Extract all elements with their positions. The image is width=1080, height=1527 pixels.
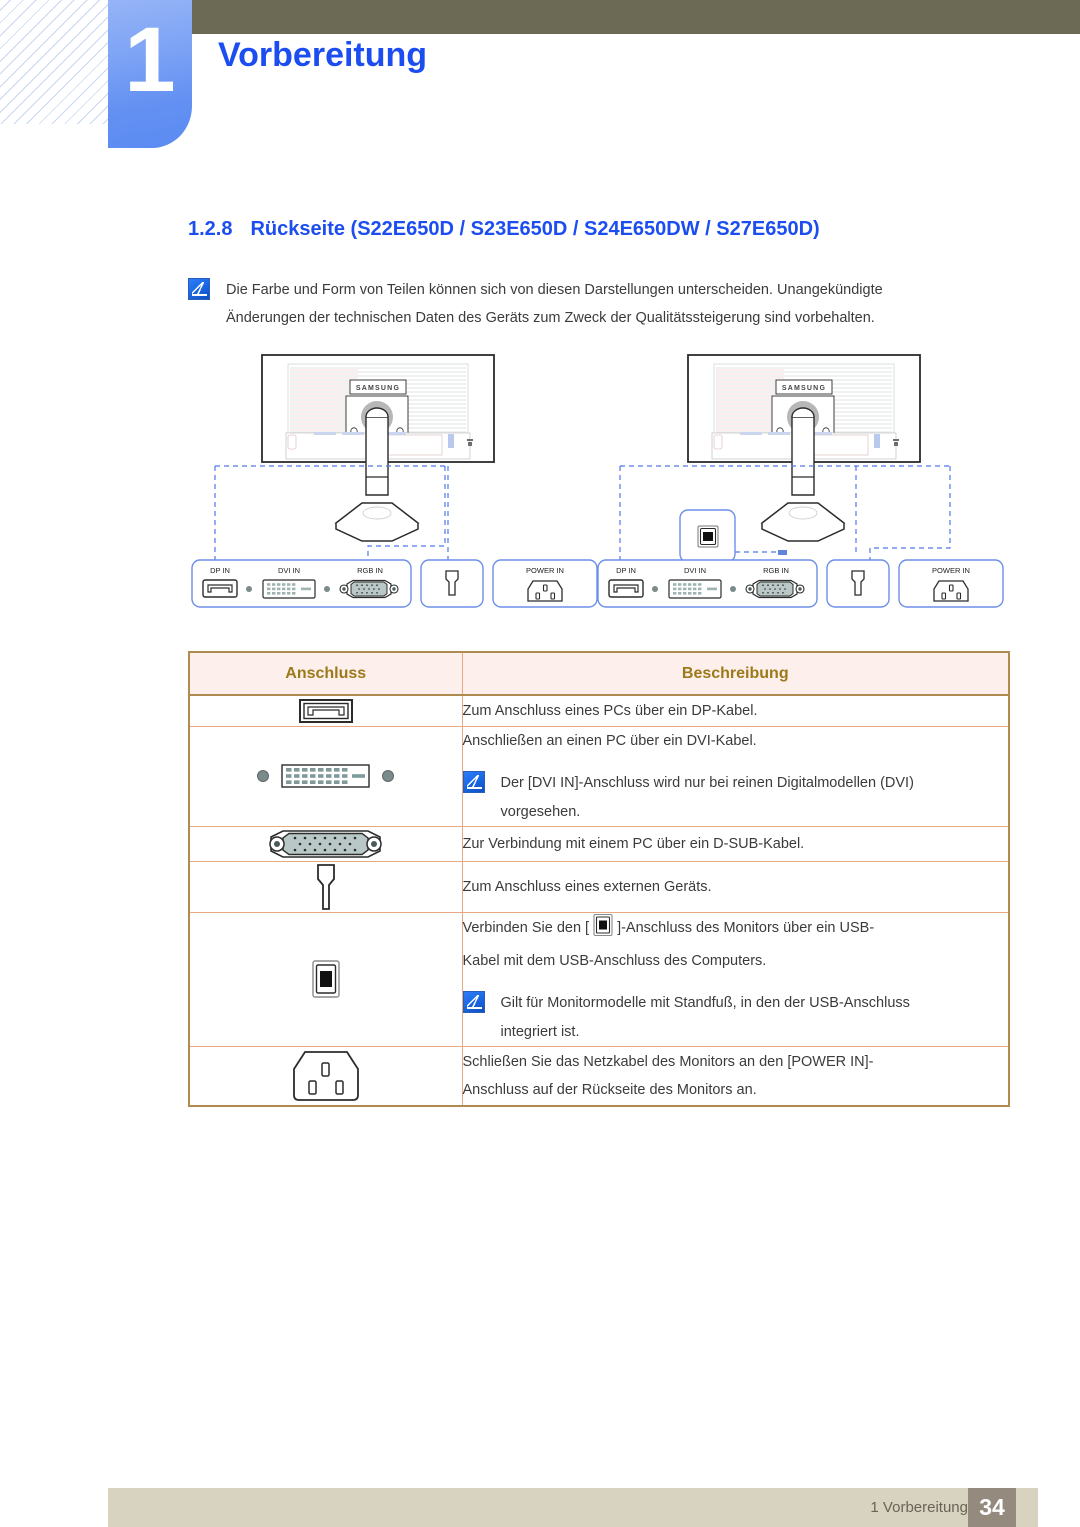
row-note-line1: Gilt für Monitormodelle mit Standfuß, in…	[500, 995, 910, 1012]
description-text: Zum Anschluss eines externen Geräts.	[462, 878, 712, 895]
rear-panel-diagram-svg: SAMSUNG	[191, 354, 1004, 608]
table-header-row: Anschluss Beschreibung	[188, 651, 1010, 696]
top-note-line2: Änderungen der technischen Daten des Ger…	[226, 310, 875, 327]
chapter-title: Vorbereitung	[218, 36, 428, 74]
left-power-group: POWER IN	[492, 559, 598, 608]
label-rgb-in-right: RGB IN	[763, 566, 789, 575]
connector-icon-cell	[188, 860, 463, 913]
table-row: Zum Anschluss eines externen Geräts.	[188, 860, 1010, 913]
connector-icon-cell	[188, 726, 463, 827]
connector-description-table: Anschluss Beschreibung Zum Anschluss ein…	[188, 651, 1010, 1107]
dvi-connector-icon	[190, 759, 462, 793]
top-note-line1: Die Farbe und Form von Teilen können sic…	[226, 282, 883, 298]
page-header: 1 Vorbereitung	[0, 0, 1080, 160]
chapter-number: 1	[124, 9, 176, 111]
top-note: Die Farbe und Form von Teilen können sic…	[188, 276, 988, 333]
label-dp-in: DP IN	[210, 566, 230, 575]
right-power-group: POWER IN	[898, 559, 1004, 608]
row-note: Gilt für Monitormodelle mit Standfuß, in…	[462, 989, 1009, 1046]
right-port-group: DP IN DVI IN RGB IN	[597, 559, 818, 608]
header-olive-band	[190, 0, 1080, 34]
row-note-text: Der [DVI IN]-Anschluss wird nur bei rein…	[501, 769, 914, 826]
label-dvi-in: DVI IN	[278, 566, 300, 575]
connector-icon-cell	[188, 825, 463, 862]
usb-desc-after: ]-Anschluss des Monitors über ein USB-	[617, 919, 875, 936]
label-rgb-in: RGB IN	[357, 566, 383, 575]
power-inlet-connector-icon	[190, 1047, 462, 1105]
table-row: Schließen Sie das Netzkabel des Monitors…	[188, 1045, 1010, 1107]
description-cell: Schließen Sie das Netzkabel des Monitors…	[461, 1045, 1010, 1107]
section-heading: 1.2.8 Rückseite (S22E650D / S23E650D / S2…	[188, 218, 820, 241]
column-header-anschluss: Anschluss	[188, 651, 463, 696]
note-pen-icon	[462, 771, 485, 794]
row-note-line1: Der [DVI IN]-Anschluss wird nur bei rein…	[500, 775, 914, 792]
label-dvi-in-right: DVI IN	[684, 566, 706, 575]
connector-icon-cell	[188, 694, 463, 727]
description-cell: Zum Anschluss eines PCs über ein DP-Kabe…	[461, 694, 1010, 727]
table-row: Zur Verbindung mit einem PC über ein D-S…	[188, 825, 1010, 862]
label-power-in-left: POWER IN	[526, 566, 564, 575]
row-note-line2: integriert ist.	[500, 1023, 580, 1040]
section-title: Rückseite (S22E650D / S23E650D / S24E650…	[250, 218, 820, 240]
description-cell: Zum Anschluss eines externen Geräts.	[461, 860, 1010, 913]
displayport-connector-icon	[190, 696, 462, 726]
usb-desc-before: Verbinden Sie den [	[462, 919, 590, 936]
column-header-beschreibung: Beschreibung	[461, 651, 1010, 696]
footer-label: 1 Vorbereitung	[870, 1499, 968, 1516]
description-text: Zur Verbindung mit einem PC über ein D-S…	[462, 835, 805, 852]
monitor-rear-view-left	[261, 354, 495, 542]
right-usb-stand-port	[778, 550, 787, 555]
left-callout-lines	[214, 465, 449, 560]
description-cell: Verbinden Sie den [ ]-Anschluss des Monit…	[461, 911, 1010, 1047]
dsub-vga-connector-icon	[190, 827, 462, 861]
label-dp-in-right: DP IN	[616, 566, 636, 575]
usb-type-b-connector-icon-inline	[592, 913, 614, 947]
top-note-text: Die Farbe und Form von Teilen können sic…	[226, 276, 883, 333]
chapter-tab: 1	[108, 0, 192, 148]
description-text-line2: Anschluss auf der Rückseite des Monitors…	[462, 1081, 757, 1098]
right-usb-callout	[679, 509, 736, 563]
label-power-in-right: POWER IN	[932, 566, 970, 575]
description-text: Anschließen an einen PC über ein DVI-Kab…	[462, 733, 757, 749]
description-text-line1: Schließen Sie das Netzkabel des Monitors…	[462, 1053, 874, 1070]
rear-panel-diagrams: SAMSUNG	[180, 352, 1010, 634]
usb-description-line2: Kabel mit dem USB-Anschluss des Computer…	[462, 953, 767, 970]
left-audio-group	[420, 559, 484, 608]
left-port-group: DP IN DVI IN RGB IN	[191, 559, 412, 608]
row-note-line2: vorgesehen.	[500, 803, 581, 820]
note-pen-icon	[462, 991, 485, 1014]
decorative-stripe-pattern	[0, 0, 122, 124]
row-note-text: Gilt für Monitormodelle mit Standfuß, in…	[501, 989, 910, 1046]
audio-headphone-jack-icon	[190, 862, 462, 912]
page-number-box: 34	[968, 1488, 1016, 1527]
description-cell: Anschließen an einen PC über ein DVI-Kab…	[461, 726, 1010, 827]
table-row: Verbinden Sie den [ ]-Anschluss des Monit…	[188, 911, 1010, 1047]
connector-icon-cell	[188, 911, 463, 1047]
description-cell: Zur Verbindung mit einem PC über ein D-S…	[461, 825, 1010, 862]
description-text: Zum Anschluss eines PCs über ein DP-Kabe…	[462, 702, 758, 719]
connector-icon-cell	[188, 1045, 463, 1107]
usb-description-line1: Verbinden Sie den [ ]-Anschluss des Monit…	[463, 913, 1009, 947]
table-row: Anschließen an einen PC über ein DVI-Kab…	[188, 726, 1010, 827]
table-row: Zum Anschluss eines PCs über ein DP-Kabe…	[188, 694, 1010, 727]
row-note: Der [DVI IN]-Anschluss wird nur bei rein…	[462, 769, 1009, 826]
usb-type-b-connector-icon	[190, 956, 462, 1002]
note-pen-icon	[188, 278, 210, 300]
section-number: 1.2.8	[188, 218, 233, 240]
right-audio-group	[826, 559, 890, 608]
